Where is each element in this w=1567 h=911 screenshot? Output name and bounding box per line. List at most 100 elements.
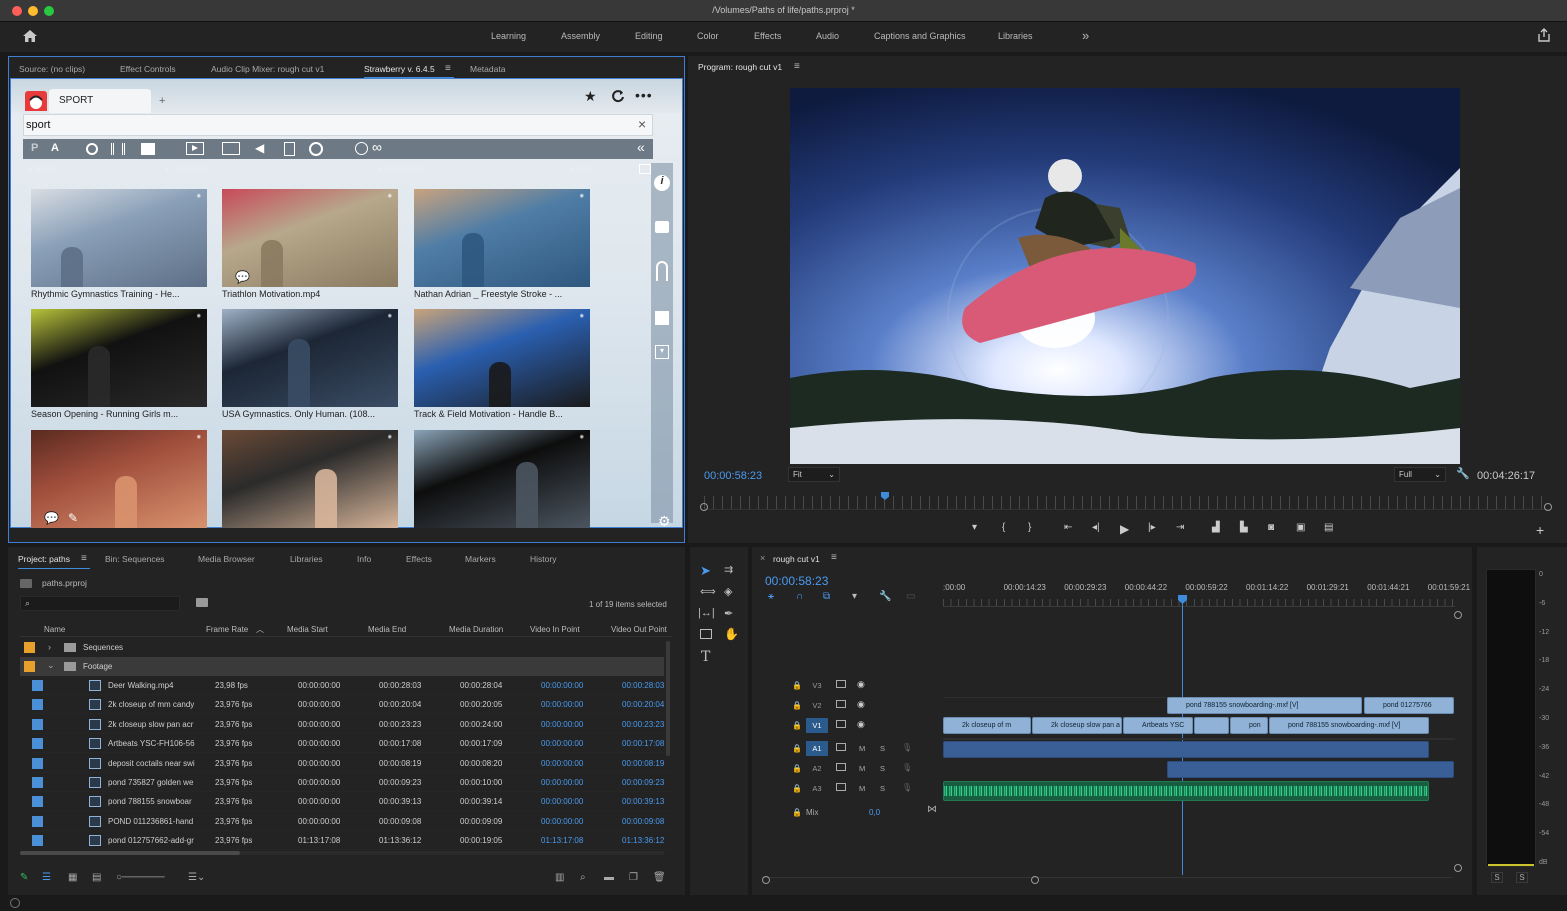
- solo-track-button[interactable]: S: [880, 784, 885, 793]
- mix-lock-icon[interactable]: 🔒: [792, 808, 802, 817]
- filter-image-icon[interactable]: [222, 142, 240, 155]
- workspace-libraries[interactable]: Libraries: [998, 31, 1033, 41]
- slip-tool-icon[interactable]: |↔|: [698, 607, 715, 619]
- automate-to-sequence-icon[interactable]: ▥: [555, 872, 564, 883]
- add-tab-icon[interactable]: +: [159, 95, 165, 107]
- workspace-effects[interactable]: Effects: [754, 31, 781, 41]
- zoom-slider[interactable]: ○──────: [116, 872, 165, 883]
- track-label-v1[interactable]: V1: [806, 718, 828, 733]
- timeline-ruler[interactable]: :00:00 00:00:14:23 00:00:29:23 00:00:44:22 0…: [943, 581, 1470, 607]
- filter-record-icon[interactable]: [86, 143, 98, 155]
- program-time-ruler[interactable]: [704, 496, 1550, 510]
- thumbnail-item[interactable]: ◉: [222, 430, 398, 528]
- track-lock-icon[interactable]: 🔒: [792, 721, 802, 730]
- filter-clock-icon[interactable]: [355, 142, 368, 155]
- v1-clip-pon[interactable]: pon: [1230, 717, 1268, 734]
- home-icon[interactable]: [22, 29, 38, 43]
- workspace-editing[interactable]: Editing: [635, 31, 663, 41]
- mix-value[interactable]: 0,0: [869, 808, 880, 817]
- a1-audio-clips[interactable]: [943, 741, 1429, 758]
- tab-audio-clip-mixer[interactable]: Audio Clip Mixer: rough cut v1: [211, 64, 324, 74]
- v1-clip-closeup-candy[interactable]: 2k closeup of m: [943, 717, 1031, 734]
- table-row[interactable]: POND 011236861-hand 23,976 fps 00:00:00:00…: [28, 812, 672, 831]
- vertical-zoom-handle-bottom[interactable]: [1454, 864, 1462, 872]
- filter-infinity-icon[interactable]: ∞: [372, 139, 382, 155]
- zoom-handle-right[interactable]: [1544, 503, 1552, 511]
- track-select-tool-icon[interactable]: ⇉: [724, 563, 733, 576]
- thumbnail-item[interactable]: ◉: [414, 309, 590, 407]
- lift-icon[interactable]: ▟: [1212, 522, 1220, 533]
- tab-source[interactable]: Source: (no clips): [19, 64, 85, 74]
- label-color-swatch[interactable]: [32, 815, 43, 827]
- solo-right-button[interactable]: S: [1516, 872, 1528, 883]
- filter-audio-icon[interactable]: ◀: [255, 141, 264, 155]
- hand-tool-icon[interactable]: ✋: [724, 627, 739, 641]
- timeline-zoom-handle-right[interactable]: [1031, 876, 1039, 884]
- wrench-icon[interactable]: 🔧: [1456, 467, 1470, 480]
- rectangle-tool-icon[interactable]: [700, 629, 712, 639]
- label-color-swatch[interactable]: [32, 718, 43, 730]
- mute-track-button[interactable]: M: [859, 744, 865, 753]
- new-item-icon[interactable]: ❐: [629, 872, 638, 883]
- v1-clip-blank[interactable]: [1194, 717, 1229, 734]
- sync-lock-icon[interactable]: [836, 720, 846, 728]
- table-row[interactable]: Deer Walking.mp4 23,98 fps 00:00:00:00 00:0…: [28, 676, 672, 695]
- label-color-swatch[interactable]: [32, 777, 43, 788]
- tab-effect-controls[interactable]: Effect Controls: [120, 64, 176, 74]
- playback-resolution-dropdown[interactable]: Full ⌄: [1394, 467, 1446, 482]
- archive-icon[interactable]: [655, 311, 669, 325]
- workspace-audio[interactable]: Audio: [816, 31, 839, 41]
- label-color-swatch[interactable]: [32, 699, 43, 711]
- freeform-view-icon[interactable]: ▤: [92, 872, 101, 883]
- mark-out-icon[interactable]: }: [1028, 522, 1031, 533]
- horizontal-scrollbar[interactable]: [20, 851, 664, 855]
- thumbnail-item[interactable]: ◉: [31, 189, 207, 287]
- tab-strawberry[interactable]: Strawberry v. 6.4.5: [364, 64, 435, 74]
- type-tool-icon[interactable]: T: [701, 649, 710, 665]
- go-to-out-icon[interactable]: ⇥: [1176, 522, 1184, 533]
- solo-track-button[interactable]: S: [880, 744, 885, 753]
- tab-metadata[interactable]: Metadata: [470, 64, 505, 74]
- workspace-color[interactable]: Color: [697, 31, 719, 41]
- v2-clip-snowboarding[interactable]: pond 788155 snowboarding-.mxf [V]: [1167, 697, 1362, 714]
- find-icon[interactable]: ⌕: [580, 872, 586, 883]
- timeline-zoom-scrollbar[interactable]: [762, 877, 1452, 883]
- ripple-edit-tool-icon[interactable]: ⟺: [700, 585, 716, 598]
- track-label-a3[interactable]: A3: [806, 781, 828, 796]
- track-label-a2[interactable]: A2: [806, 761, 828, 776]
- workspace-assembly[interactable]: Assembly: [561, 31, 600, 41]
- sync-lock-icon[interactable]: [836, 763, 846, 771]
- v1-clip-closeup-slowpan[interactable]: 2k closeup slow pan a: [1032, 717, 1122, 734]
- collapse-panel-icon[interactable]: «: [637, 139, 645, 155]
- column-created[interactable]: ▴ CREATED: [165, 165, 209, 174]
- jump-to-end-icon[interactable]: ⋈: [927, 804, 937, 815]
- table-row[interactable]: 2k closeup of mm candy 23,976 fps 00:00:00…: [28, 695, 672, 715]
- label-color-swatch[interactable]: [32, 796, 43, 808]
- sync-lock-icon[interactable]: [836, 743, 846, 751]
- thumbnail-item[interactable]: ◉: [31, 309, 207, 407]
- a3-audio-clip-waveform[interactable]: [943, 781, 1429, 801]
- grid-view-icon[interactable]: [639, 164, 651, 174]
- solo-track-button[interactable]: S: [880, 764, 885, 773]
- microphone-icon[interactable]: 🎙: [902, 743, 912, 752]
- timeline-zoom-handle-left[interactable]: [762, 876, 770, 884]
- label-color-swatch[interactable]: [32, 738, 43, 750]
- track-label-a1[interactable]: A1: [806, 741, 828, 756]
- microphone-icon[interactable]: 🎙: [902, 783, 912, 792]
- eye-visibility-icon[interactable]: ◉: [857, 699, 865, 710]
- column-modified[interactable]: ▾ MODIFIED: [379, 165, 424, 174]
- microphone-icon[interactable]: 🎙: [902, 763, 912, 772]
- refresh-icon[interactable]: [611, 89, 625, 103]
- filter-video-icon[interactable]: [186, 142, 204, 155]
- eye-visibility-icon[interactable]: ◉: [857, 679, 865, 690]
- program-menu-icon[interactable]: ≡: [794, 61, 800, 72]
- workspace-learning[interactable]: Learning: [491, 31, 526, 41]
- filter-p-icon[interactable]: P: [31, 142, 38, 154]
- table-row[interactable]: pond 788155 snowboar 23,976 fps 00:00:00:0…: [28, 792, 672, 812]
- v1-clip-snowboarding[interactable]: pond 788155 snowboarding-.mxf [V]: [1269, 717, 1429, 734]
- mute-track-button[interactable]: M: [859, 764, 865, 773]
- comment-bubble-icon[interactable]: 💬: [44, 511, 59, 525]
- clear-search-icon[interactable]: ×: [638, 116, 646, 132]
- thumbnail-item[interactable]: ◉: [222, 309, 398, 407]
- button-editor-plus-icon[interactable]: +: [1536, 522, 1544, 538]
